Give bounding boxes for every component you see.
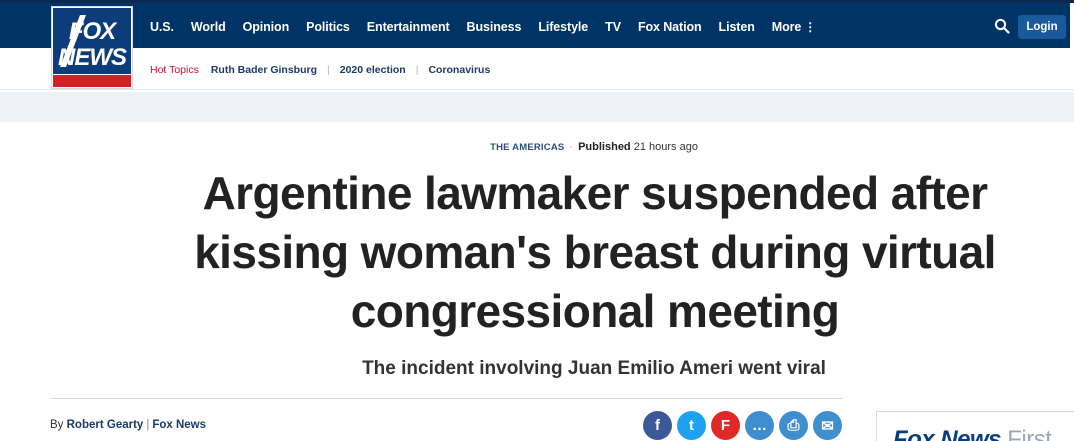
byline: By Robert Gearty | Fox News (50, 419, 206, 431)
headline-line: congressional meeting (350, 285, 840, 337)
hot-topic-divider: | (327, 64, 330, 76)
header-divider (0, 89, 1074, 90)
nav-edge (1070, 3, 1074, 51)
hot-topic-divider: | (415, 64, 419, 76)
nav-business[interactable]: Business (467, 20, 522, 34)
nav-entertainment[interactable]: Entertainment (367, 20, 450, 34)
comment-icon[interactable]: … (745, 411, 774, 440)
email-icon[interactable]: ✉ (813, 411, 842, 440)
article-subheadline: The incident involving Juan Emilio Ameri… (362, 358, 826, 379)
ad-band (0, 92, 1074, 122)
headline-line: Argentine lawmaker suspended after (202, 167, 988, 219)
promo-title-rest: First (1007, 426, 1052, 441)
flipboard-icon[interactable]: F (711, 411, 740, 440)
more-dots-icon: ⋮ (804, 20, 817, 34)
hot-topic-election[interactable]: 2020 election (340, 64, 406, 76)
hot-topic-rbg[interactable]: Ruth Bader Ginsburg (211, 64, 317, 76)
article-category-link[interactable]: THE AMERICAS (490, 142, 564, 153)
share-buttons: f t F … ⎙ ✉ (643, 411, 847, 440)
hot-topics-bar: Hot Topics Ruth Bader Ginsburg | 2020 el… (150, 63, 490, 77)
author-link[interactable]: Robert Gearty (67, 419, 144, 431)
nav-fox-nation[interactable]: Fox Nation (638, 20, 702, 34)
logo-news-text: NEWS (58, 44, 127, 71)
article-meta: THE AMERICAS · Published 21 hours ago (0, 141, 1074, 153)
main-nav: U.S. World Opinion Politics Entertainmen… (150, 3, 833, 51)
hot-topic-coronavirus[interactable]: Coronavirus (428, 64, 490, 76)
byline-divider (50, 398, 843, 399)
twitter-icon[interactable]: t (677, 411, 706, 440)
meta-separator: · (569, 141, 574, 153)
nav-tv[interactable]: TV (605, 20, 621, 34)
article-headline: Argentine lawmaker suspended after kissi… (130, 164, 1060, 341)
top-nav-bar: U.S. World Opinion Politics Entertainmen… (0, 0, 1074, 51)
hot-topics-label: Hot Topics (150, 64, 199, 76)
nav-more-label: More (771, 20, 802, 34)
nav-lifestyle[interactable]: Lifestyle (538, 20, 588, 34)
fox-news-logo[interactable]: FOX NEWS (51, 6, 133, 89)
outlet-link[interactable]: Fox News (152, 419, 206, 431)
byline-separator: | (146, 419, 150, 431)
published-time: 21 hours ago (633, 141, 698, 153)
search-icon[interactable] (994, 18, 1010, 34)
nav-more-button[interactable]: More ⋮ (772, 20, 816, 34)
print-icon[interactable]: ⎙ (779, 411, 808, 440)
logo-fox-text: FOX (68, 18, 116, 45)
promo-title-main: Fox News (893, 426, 1002, 441)
login-button[interactable]: Login (1018, 15, 1066, 39)
published-label: Published (578, 141, 631, 153)
headline-line: kissing woman's breast during virtual (194, 226, 996, 278)
nav-world[interactable]: World (191, 20, 226, 34)
promo-title: Fox News First (893, 426, 1052, 441)
facebook-icon[interactable]: f (643, 411, 672, 440)
nav-us[interactable]: U.S. (150, 20, 174, 34)
nav-listen[interactable]: Listen (719, 20, 755, 34)
nav-politics[interactable]: Politics (306, 20, 350, 34)
fox-news-first-promo[interactable]: Fox News First (876, 411, 1074, 441)
logo-red-stripe (53, 75, 131, 87)
byline-prefix: By (50, 419, 64, 431)
nav-opinion[interactable]: Opinion (243, 20, 290, 34)
